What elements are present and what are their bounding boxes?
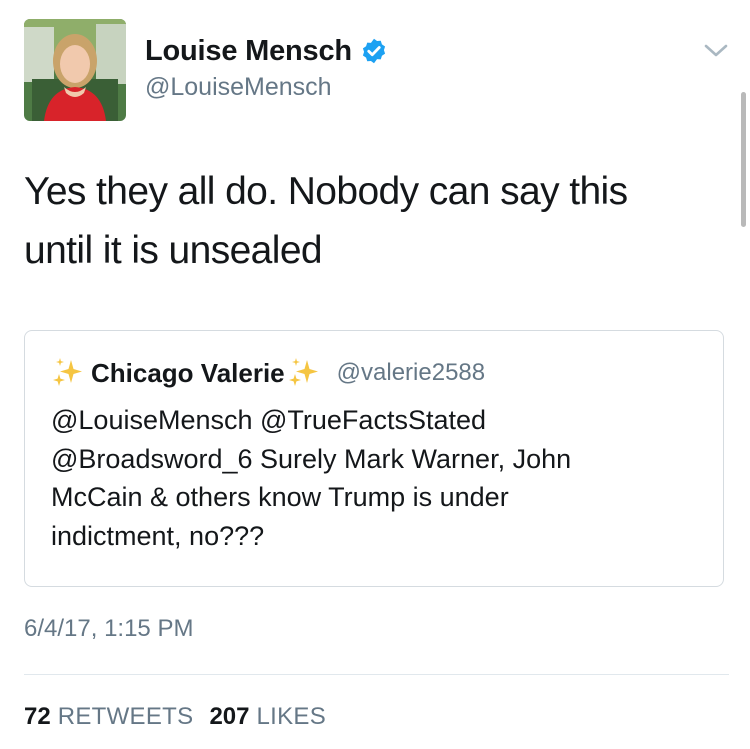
retweets-label: RETWEETS: [57, 703, 194, 730]
retweets-count: 72: [24, 703, 51, 730]
quoted-author-handle[interactable]: @valerie2588: [337, 359, 485, 387]
author-display-name[interactable]: Louise Mensch: [145, 35, 352, 68]
retweets-stat[interactable]: 72 RETWEETS: [24, 703, 193, 731]
tweet-detail: Louise Mensch @LouiseMensch Yes they all…: [0, 0, 750, 749]
avatar[interactable]: [24, 19, 126, 121]
quoted-text-line: @LouiseMensch @TrueFactsStated: [51, 405, 487, 435]
tweet-stats: 72 RETWEETS 207 LIKES: [24, 703, 326, 731]
quoted-tweet-text: @LouiseMensch @TrueFactsStated @Broadswo…: [51, 401, 701, 555]
quoted-text-line: @Broadsword_6 Surely Mark Warner, John: [51, 443, 572, 474]
quoted-text-line: indictment, no???: [51, 520, 265, 551]
tweet-text-line: until it is unsealed: [24, 229, 323, 272]
chevron-down-icon[interactable]: [703, 42, 729, 60]
quoted-text-line: McCain & others know Trump is under: [51, 482, 509, 512]
verified-badge-icon: [360, 37, 388, 65]
scrollbar[interactable]: [741, 92, 746, 227]
quoted-author-display-name[interactable]: Chicago Valerie: [91, 358, 285, 389]
likes-count: 207: [209, 703, 250, 730]
sparkles-icon: [287, 356, 321, 390]
likes-label: LIKES: [256, 703, 327, 730]
author-handle[interactable]: @LouiseMensch: [145, 73, 388, 102]
likes-stat[interactable]: 207 LIKES: [209, 703, 326, 731]
quoted-tweet-header: Chicago Valerie @valerie2588: [51, 355, 485, 391]
quoted-tweet[interactable]: Chicago Valerie @valerie2588 @LouiseMens…: [24, 330, 724, 587]
author-name-row: Louise Mensch: [145, 33, 388, 69]
avatar-photo: [24, 19, 126, 121]
sparkles-icon: [51, 356, 85, 390]
divider: [24, 674, 729, 675]
tweet-text-line: Yes they all do. Nobody can say this: [24, 170, 628, 213]
tweet-text: Yes they all do. Nobody can say this unt…: [24, 162, 704, 280]
tweet-timestamp[interactable]: 6/4/17, 1:15 PM: [24, 615, 193, 643]
tweet-author[interactable]: Louise Mensch @LouiseMensch: [145, 33, 388, 102]
